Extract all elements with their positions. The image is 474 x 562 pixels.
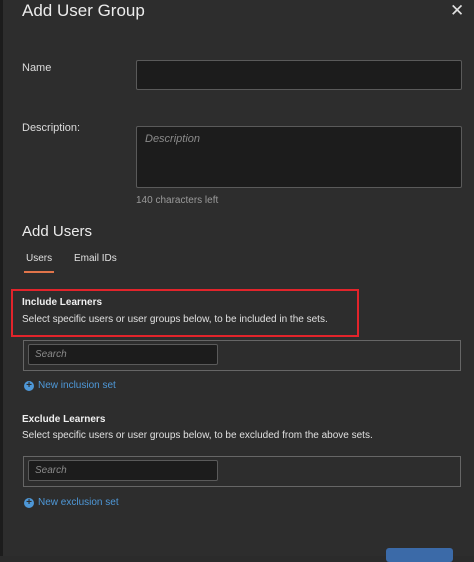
new-exclusion-set-link[interactable]: + New exclusion set bbox=[24, 497, 119, 508]
plus-circle-icon: + bbox=[24, 497, 34, 508]
primary-action-button[interactable] bbox=[386, 548, 453, 562]
description-char-counter: 140 characters left bbox=[136, 195, 219, 206]
description-label: Description: bbox=[22, 122, 81, 134]
dialog-title: Add User Group bbox=[22, 1, 145, 20]
tab-users[interactable]: Users bbox=[26, 253, 52, 264]
new-exclusion-set-label: New exclusion set bbox=[38, 497, 119, 508]
new-inclusion-set-label: New inclusion set bbox=[38, 380, 116, 391]
inclusion-set-panel: Search bbox=[23, 340, 461, 371]
exclusion-search-input[interactable]: Search bbox=[28, 460, 218, 481]
exclusion-set-panel: Search bbox=[23, 456, 461, 487]
description-textarea[interactable]: Description bbox=[136, 126, 462, 188]
inclusion-search-input[interactable]: Search bbox=[28, 344, 218, 365]
tab-email-ids[interactable]: Email IDs bbox=[74, 253, 117, 264]
name-label: Name bbox=[22, 62, 52, 74]
exclude-learners-title: Exclude Learners bbox=[22, 414, 106, 425]
add-user-group-dialog: Add User Group ✕ Name Description: Descr… bbox=[0, 0, 474, 562]
close-icon[interactable]: ✕ bbox=[450, 1, 464, 21]
active-tab-indicator bbox=[24, 271, 54, 273]
new-inclusion-set-link[interactable]: + New inclusion set bbox=[24, 380, 116, 391]
exclude-learners-description: Select specific users or user groups bel… bbox=[22, 430, 373, 441]
include-learners-title: Include Learners bbox=[22, 297, 103, 308]
add-users-heading: Add Users bbox=[22, 223, 93, 240]
name-input[interactable] bbox=[136, 60, 462, 90]
include-learners-description: Select specific users or user groups bel… bbox=[22, 314, 328, 325]
plus-circle-icon: + bbox=[24, 380, 34, 391]
